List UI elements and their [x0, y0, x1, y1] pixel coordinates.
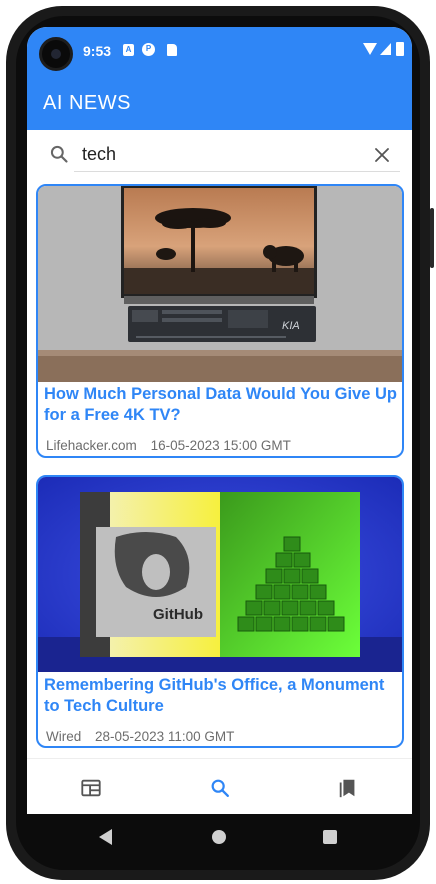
search-icon	[50, 145, 68, 163]
search-input[interactable]	[74, 138, 400, 172]
article-image: GitHub	[38, 477, 402, 672]
status-time: 9:53	[83, 43, 112, 59]
article-card[interactable]: GitHub Remembering GitHub's Office, a Mo…	[36, 475, 404, 748]
app-bar: AI NEWS	[27, 75, 412, 130]
brand-logo-text: GitHub	[153, 606, 203, 623]
screen: 9:53 A P AI NEWS tech KIA How Much Perso…	[27, 27, 412, 814]
power-button	[430, 208, 434, 268]
article-meta: Lifehacker.com 16-05-2023 15:00 GMT	[46, 438, 291, 453]
phone-frame: 9:53 A P AI NEWS tech KIA How Much Perso…	[0, 0, 436, 884]
system-navigation	[16, 814, 420, 864]
home-icon[interactable]	[212, 830, 226, 844]
back-icon[interactable]	[99, 829, 112, 845]
app-title: AI NEWS	[43, 92, 131, 114]
clear-search-icon[interactable]	[373, 146, 391, 164]
status-bar: 9:53 A P	[27, 27, 412, 75]
notification-a-icon: A	[123, 44, 134, 56]
battery-icon	[396, 42, 404, 56]
bookmarks-icon[interactable]	[337, 777, 359, 799]
article-image: KIA	[38, 186, 402, 382]
article-date: 28-05-2023 11:00 GMT	[95, 729, 235, 744]
brand-logo-text: KIA	[282, 320, 300, 332]
article-source: Wired	[46, 729, 82, 744]
sd-card-icon	[167, 44, 177, 56]
wifi-icon	[363, 43, 377, 55]
article-title[interactable]: Remembering GitHub's Office, a Monument …	[44, 675, 402, 717]
camera-hole	[39, 37, 73, 71]
notification-p-icon: P	[142, 43, 155, 56]
headlines-icon[interactable]	[80, 777, 102, 799]
signal-icon	[380, 43, 391, 55]
article-title[interactable]: How Much Personal Data Would You Give Up…	[44, 384, 402, 426]
recents-icon[interactable]	[323, 830, 337, 844]
article-date: 16-05-2023 15:00 GMT	[150, 438, 291, 453]
bottom-navigation	[27, 758, 412, 814]
article-source: Lifehacker.com	[46, 438, 137, 453]
article-card[interactable]: KIA How Much Personal Data Would You Giv…	[36, 184, 404, 458]
search-nav-icon[interactable]	[209, 777, 231, 799]
search-bar	[27, 130, 412, 180]
article-meta: Wired 28-05-2023 11:00 GMT	[46, 729, 234, 744]
